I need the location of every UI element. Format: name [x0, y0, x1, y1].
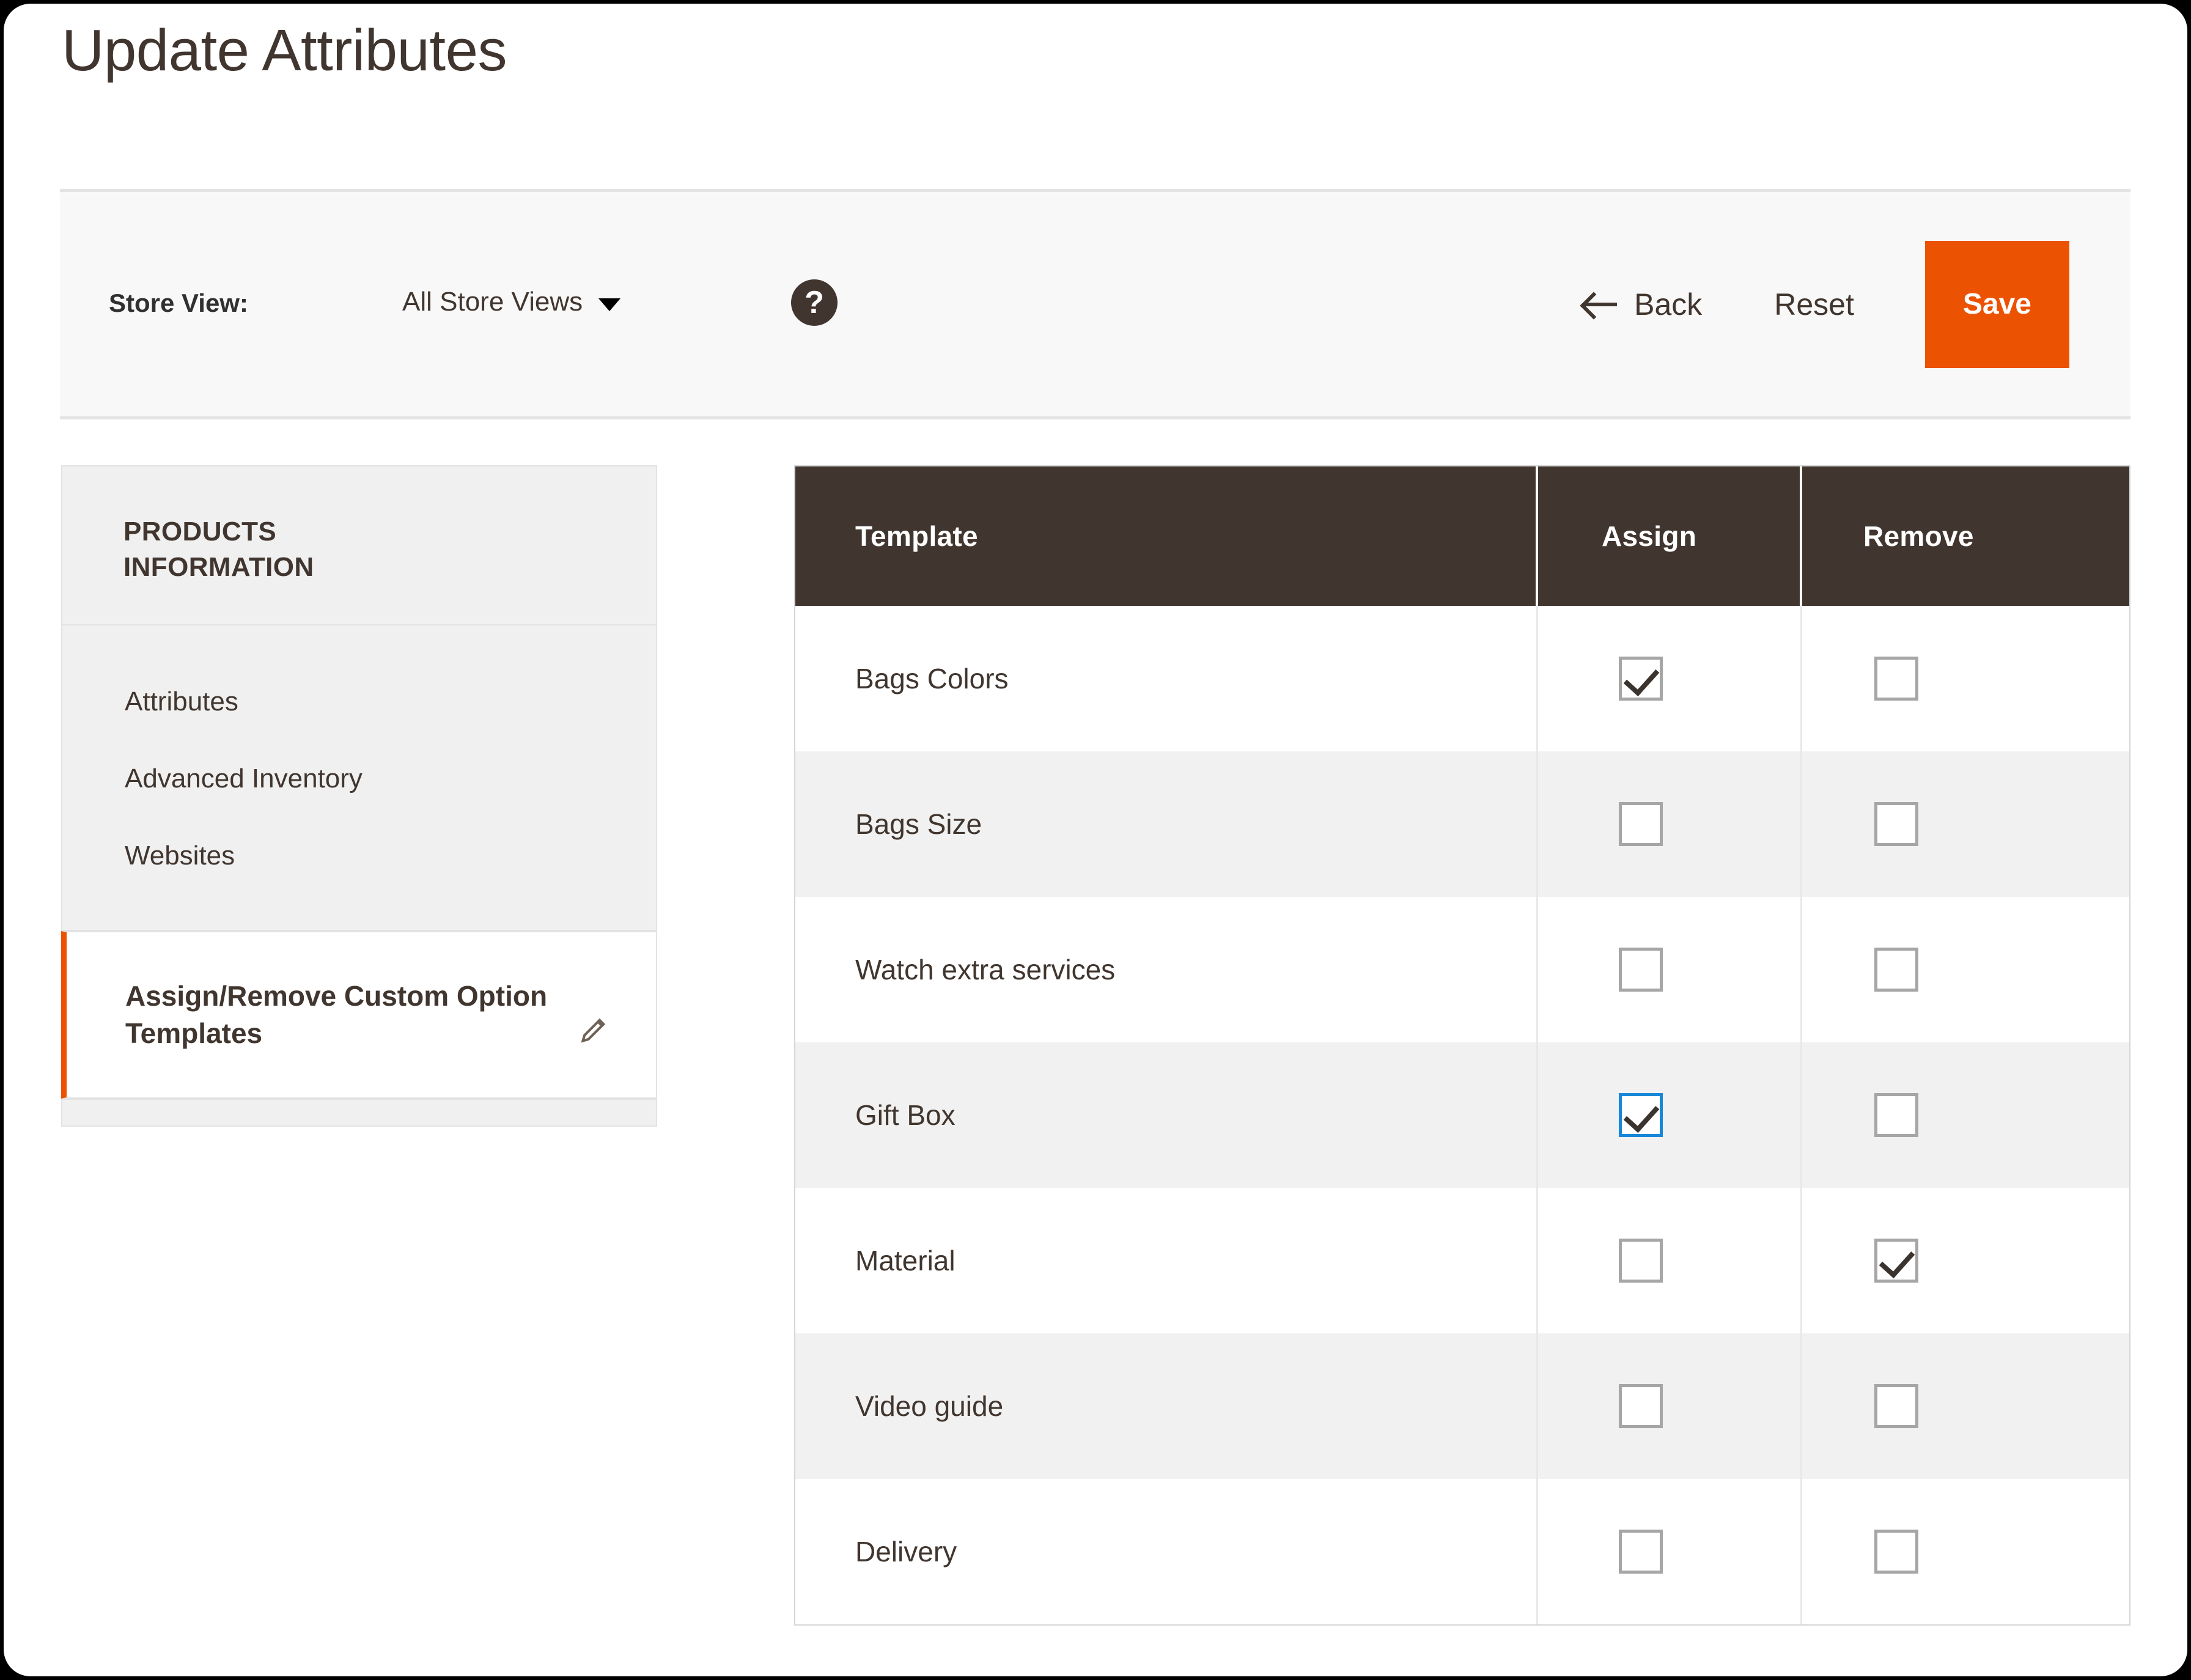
- sidebar-footer: [61, 1098, 657, 1127]
- table-row: Bags Colors: [795, 606, 2129, 751]
- page-toolbar: Store View: All Store Views ? Back Reset…: [60, 189, 2130, 419]
- pencil-icon: [579, 1013, 611, 1045]
- toolbar-actions: Back Reset Save: [1580, 192, 2130, 416]
- remove-checkbox[interactable]: [1874, 948, 1918, 992]
- sidebar-item-label: Assign/Remove Custom Option Templates: [125, 980, 548, 1049]
- assign-cell: [1537, 751, 1802, 897]
- sidebar-item-attributes[interactable]: Attributes: [62, 663, 656, 740]
- sidebar-item-assign-remove-custom-option-templates[interactable]: Assign/Remove Custom Option Templates: [61, 931, 657, 1099]
- table-row: Video guide: [795, 1333, 2129, 1479]
- reset-button[interactable]: Reset: [1774, 287, 1854, 322]
- remove-cell: [1801, 1333, 2129, 1479]
- assign-cell: [1537, 1042, 1802, 1188]
- custom-option-templates-table: Template Assign Remove Bags Colors Bags S…: [794, 465, 2130, 1626]
- remove-checkbox[interactable]: [1874, 1530, 1918, 1574]
- page-title: Update Attributes: [62, 18, 507, 83]
- table-row: Bags Size: [795, 751, 2129, 897]
- assign-checkbox[interactable]: [1618, 1530, 1663, 1574]
- store-view-label: Store View:: [109, 289, 248, 317]
- help-circle-icon[interactable]: ?: [791, 279, 838, 326]
- table-row: Gift Box: [795, 1042, 2129, 1188]
- remove-cell: [1801, 1188, 2129, 1333]
- back-button[interactable]: Back: [1580, 287, 1702, 322]
- remove-checkbox[interactable]: [1874, 1093, 1918, 1137]
- assign-cell: [1537, 606, 1802, 751]
- arrow-left-icon: [1580, 291, 1618, 318]
- remove-cell: [1801, 1042, 2129, 1188]
- assign-cell: [1537, 897, 1802, 1042]
- sidebar-item-websites[interactable]: Websites: [62, 817, 656, 894]
- template-name-cell: Bags Size: [795, 751, 1538, 897]
- remove-checkbox[interactable]: [1874, 1239, 1918, 1283]
- table-row: Watch extra services: [795, 897, 2129, 1042]
- assign-checkbox[interactable]: [1618, 1239, 1663, 1283]
- assign-checkbox[interactable]: [1618, 1384, 1663, 1428]
- remove-cell: [1801, 751, 2129, 897]
- store-view-value: All Store Views: [402, 287, 583, 317]
- save-button[interactable]: Save: [1924, 240, 2069, 368]
- sidebar-header-title: PRODUCTS INFORMATION: [123, 517, 314, 583]
- back-button-label: Back: [1634, 287, 1703, 322]
- column-header-remove: Remove: [1801, 466, 2129, 606]
- template-name-cell: Delivery: [795, 1479, 1538, 1624]
- remove-checkbox[interactable]: [1874, 657, 1918, 701]
- template-name-cell: Watch extra services: [795, 897, 1538, 1042]
- app-window: Update Attributes Store View: All Store …: [4, 4, 2187, 1676]
- assign-cell: [1537, 1333, 1802, 1479]
- assign-cell: [1537, 1479, 1802, 1624]
- column-header-assign: Assign: [1537, 466, 1802, 606]
- template-name-cell: Material: [795, 1188, 1538, 1333]
- assign-checkbox[interactable]: [1618, 948, 1663, 992]
- template-name-cell: Gift Box: [795, 1042, 1538, 1188]
- remove-checkbox[interactable]: [1874, 1384, 1918, 1428]
- template-name-cell: Video guide: [795, 1333, 1538, 1479]
- remove-cell: [1801, 606, 2129, 751]
- sidebar-header: PRODUCTS INFORMATION: [61, 465, 657, 626]
- sidebar-item-advanced-inventory[interactable]: Advanced Inventory: [62, 740, 656, 817]
- table-row: Delivery: [795, 1479, 2129, 1624]
- chevron-down-icon: [598, 298, 621, 311]
- remove-cell: [1801, 1479, 2129, 1624]
- remove-cell: [1801, 897, 2129, 1042]
- store-view-dropdown[interactable]: All Store Views: [402, 287, 621, 317]
- sidebar-list: Attributes Advanced Inventory Websites: [61, 625, 657, 932]
- remove-checkbox[interactable]: [1874, 802, 1918, 846]
- table-body: Bags Colors Bags Size Watch extra services…: [795, 606, 2129, 1624]
- column-header-template: Template: [795, 466, 1538, 606]
- table-row: Material: [795, 1188, 2129, 1333]
- assign-cell: [1537, 1188, 1802, 1333]
- template-name-cell: Bags Colors: [795, 606, 1538, 751]
- assign-checkbox[interactable]: [1618, 802, 1663, 846]
- assign-checkbox[interactable]: [1618, 1093, 1663, 1137]
- products-information-sidebar: PRODUCTS INFORMATION Attributes Advanced…: [61, 465, 657, 1127]
- table-header-row: Template Assign Remove: [795, 466, 2129, 606]
- assign-checkbox[interactable]: [1618, 657, 1663, 701]
